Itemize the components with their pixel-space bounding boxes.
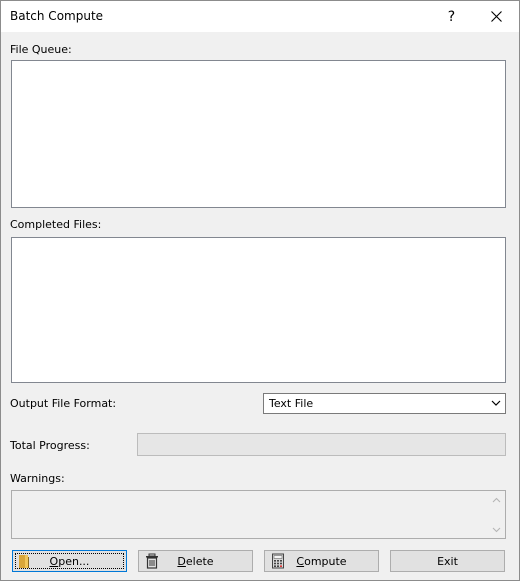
chevron-up-icon: [492, 497, 501, 502]
exit-button[interactable]: Exit: [390, 550, 505, 572]
delete-button[interactable]: Delete: [138, 550, 253, 572]
open-label: pen...: [58, 554, 90, 568]
chevron-down-icon: [491, 400, 501, 406]
title-bar[interactable]: Batch Compute ?: [1, 1, 519, 32]
completed-files-label: Completed Files:: [10, 218, 102, 231]
calculator-icon: [272, 553, 284, 569]
open-mnemonic: O: [49, 554, 59, 568]
open-button[interactable]: Open...: [12, 550, 127, 572]
warnings-textbox[interactable]: [11, 490, 506, 539]
trash-icon: [146, 553, 158, 569]
compute-label: ompute: [304, 554, 347, 568]
close-icon: [491, 11, 502, 22]
delete-label: elete: [185, 554, 214, 568]
chevron-down-icon: [492, 527, 501, 532]
help-button[interactable]: ?: [429, 1, 474, 32]
file-queue-list[interactable]: [11, 60, 506, 208]
warnings-scrollbar[interactable]: [488, 491, 505, 538]
delete-mnemonic: D: [177, 554, 186, 568]
total-progress-label: Total Progress:: [10, 439, 90, 452]
close-button[interactable]: [474, 1, 519, 32]
scroll-up-button[interactable]: [488, 491, 505, 508]
help-icon: ?: [447, 8, 456, 25]
window-title: Batch Compute: [10, 9, 104, 23]
batch-compute-dialog: Batch Compute ? File Queue: Completed Fi…: [0, 0, 520, 581]
scroll-down-button[interactable]: [488, 521, 505, 538]
exit-label: Exit: [437, 554, 458, 568]
total-progress-bar: [137, 433, 506, 456]
open-folder-icon: [19, 555, 29, 568]
warnings-label: Warnings:: [10, 472, 65, 485]
output-format-select[interactable]: Text File: [263, 393, 506, 414]
file-queue-label: File Queue:: [10, 43, 72, 56]
output-format-value: Text File: [269, 397, 314, 410]
completed-files-list[interactable]: [11, 237, 506, 383]
output-format-label: Output File Format:: [10, 397, 117, 410]
compute-button[interactable]: Compute: [264, 550, 379, 572]
compute-mnemonic: C: [296, 554, 305, 568]
